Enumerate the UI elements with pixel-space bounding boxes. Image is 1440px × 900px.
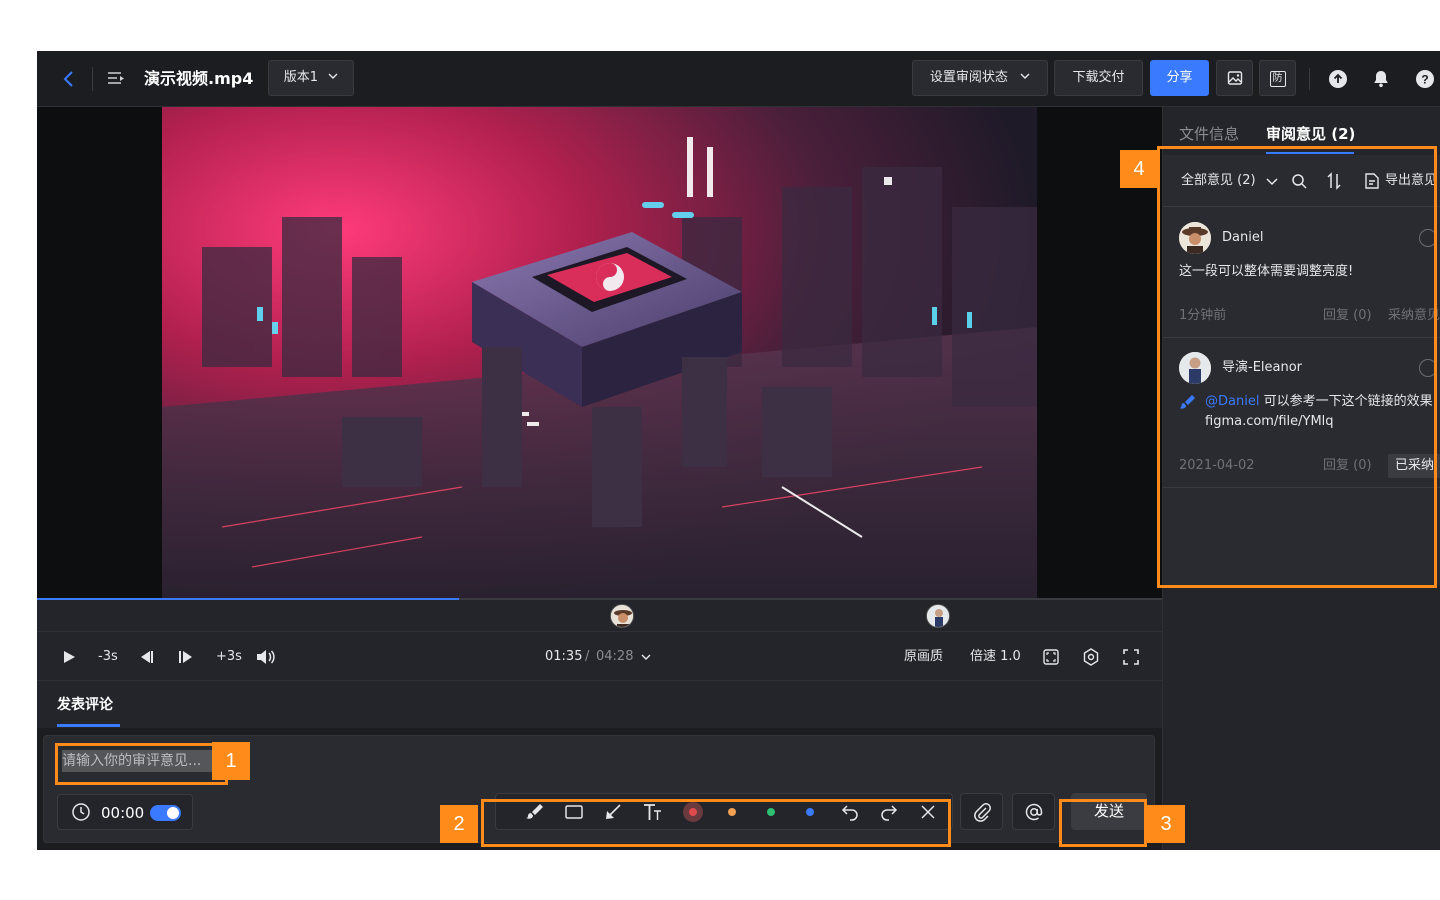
at-icon: [1025, 803, 1043, 821]
volume-icon[interactable]: [255, 645, 277, 669]
duration: 04:28: [596, 649, 634, 664]
playlist-icon[interactable]: [105, 68, 127, 90]
callout-frame-2: [481, 799, 951, 847]
fit-screen-icon[interactable]: [1042, 645, 1060, 669]
clock-icon: [72, 803, 90, 821]
callout-frame-1: [55, 743, 228, 785]
attachment-button[interactable]: [960, 793, 1003, 830]
chevron-down-icon: [328, 73, 338, 79]
tab-post-comment[interactable]: 发表评论: [57, 694, 113, 716]
share-button[interactable]: 分享: [1150, 60, 1209, 96]
comment-markers: [37, 600, 1162, 632]
divider: [1309, 68, 1310, 90]
divider: [92, 67, 93, 91]
bell-icon[interactable]: [1371, 69, 1391, 89]
callout-number-1: 1: [212, 742, 250, 780]
timestamp-control[interactable]: 00:00: [57, 794, 193, 830]
comment-tabbar: 发表评论: [37, 682, 1162, 728]
callout-number-3: 3: [1147, 805, 1185, 843]
callout-frame-3: [1059, 799, 1147, 847]
version-label: 版本1: [283, 70, 319, 85]
timestamp-value: 00:00: [101, 804, 145, 822]
upload-icon[interactable]: [1328, 69, 1348, 89]
callout-number-4: 4: [1120, 150, 1158, 188]
rewind-button[interactable]: -3s: [98, 645, 118, 669]
mention-button[interactable]: [1012, 793, 1055, 830]
settings-icon[interactable]: [1082, 645, 1100, 669]
forward-button[interactable]: +3s: [216, 645, 242, 669]
timestamp-toggle[interactable]: [150, 805, 181, 821]
player-controls: -3s +3s 01:35 / 04:28 原画质 倍速 1.0: [37, 633, 1162, 681]
help-icon[interactable]: ?: [1415, 69, 1435, 89]
play-icon[interactable]: [61, 645, 79, 669]
review-status-label: 设置审阅状态: [929, 70, 1008, 85]
tab-file-info[interactable]: 文件信息: [1179, 123, 1239, 145]
tab-reviews[interactable]: 审阅意见 (2): [1266, 123, 1355, 145]
anti-leak-glyph: 防: [1269, 71, 1286, 87]
time-separator: /: [585, 649, 590, 664]
version-dropdown[interactable]: 版本1: [268, 60, 354, 96]
file-title: 演示视频.mp4: [144, 69, 254, 88]
chevron-down-icon: [1020, 73, 1030, 79]
previous-frame-icon[interactable]: [138, 645, 156, 669]
paperclip-icon: [974, 803, 991, 822]
review-status-dropdown[interactable]: 设置审阅状态: [912, 60, 1048, 96]
anti-leak-icon[interactable]: 防: [1259, 60, 1296, 96]
tab-underline: [57, 724, 120, 727]
chevron-left-icon[interactable]: [57, 67, 81, 91]
download-button[interactable]: 下载交付: [1054, 60, 1143, 96]
callout-number-2: 2: [440, 805, 478, 843]
fullscreen-icon[interactable]: [1122, 645, 1140, 669]
video-frame[interactable]: [162, 107, 1037, 599]
current-time: 01:35: [545, 649, 583, 664]
toggle-knob: [167, 807, 179, 819]
quality-button[interactable]: 原画质: [904, 645, 943, 669]
chevron-down-icon[interactable]: [640, 645, 652, 669]
video-player[interactable]: [37, 107, 1162, 599]
callout-frame-4: [1157, 146, 1437, 588]
next-frame-icon[interactable]: [177, 645, 195, 669]
speed-button[interactable]: 倍速 1.0: [970, 645, 1021, 669]
top-bar: 演示视频.mp4 版本1 设置审阅状态 下载交付 分享 防 ?: [37, 51, 1440, 107]
help-glyph: ?: [1421, 73, 1428, 87]
image-icon[interactable]: [1216, 60, 1253, 96]
comment-marker-avatar[interactable]: [610, 604, 634, 628]
comment-marker-avatar[interactable]: [926, 604, 950, 628]
